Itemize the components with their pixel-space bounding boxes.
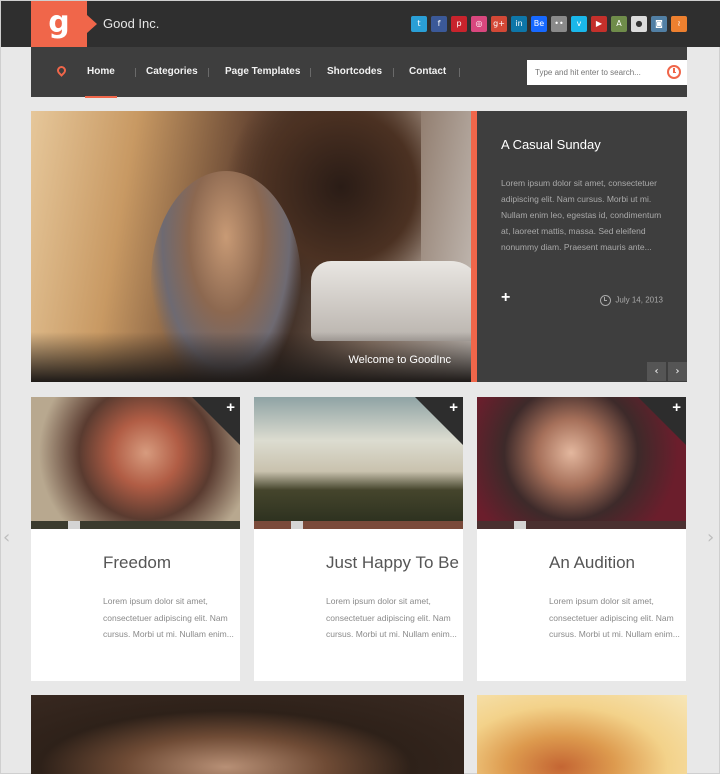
nav-separator — [208, 68, 209, 77]
card-excerpt: Lorem ipsum dolor sit amet, consectetuer… — [549, 596, 680, 639]
card-body: An Audition Lorem ipsum dolor sit amet, … — [477, 521, 686, 681]
slider-arrows: ‹ › — [647, 362, 687, 381]
card-excerpt: Lorem ipsum dolor sit amet, consectetuer… — [326, 596, 457, 639]
plus-icon[interactable]: + — [226, 399, 235, 416]
card-body: Freedom Lorem ipsum dolor sit amet, cons… — [31, 521, 240, 681]
search-input[interactable] — [535, 65, 659, 80]
card-image-audition[interactable]: + — [477, 397, 686, 521]
bottom-post-image[interactable] — [477, 695, 687, 774]
card-strip — [477, 521, 686, 529]
plus-icon[interactable]: + — [501, 289, 510, 307]
card-inner: Freedom Lorem ipsum dolor sit amet, cons… — [68, 529, 240, 681]
behance-icon[interactable]: Be — [531, 16, 547, 32]
google-plus-icon[interactable]: g+ — [491, 16, 507, 32]
logo[interactable]: g — [31, 1, 97, 47]
card-title[interactable]: Just Happy To Be — [326, 553, 459, 573]
card-body: Just Happy To Be Lorem ipsum dolor sit a… — [254, 521, 463, 681]
card-excerpt: Lorem ipsum dolor sit amet, consectetuer… — [103, 596, 234, 639]
card-strip — [31, 521, 240, 529]
pinterest-icon[interactable]: p — [451, 16, 467, 32]
dribbble-icon[interactable]: ◎ — [471, 16, 487, 32]
card-image-just-happy[interactable]: + — [254, 397, 463, 521]
apple-icon[interactable]: ● — [631, 16, 647, 32]
hero-date-text: July 14, 2013 — [615, 295, 663, 305]
card-inner: Just Happy To Be Lorem ipsum dolor sit a… — [291, 529, 463, 681]
hero-slide-image[interactable]: Welcome to GoodInc — [31, 111, 471, 382]
social-icons: t f p ◎ g+ in Be •• v ▶ A ● ◙ ≀ — [411, 16, 687, 32]
clock-icon — [600, 295, 612, 306]
card-audition: An Audition Lorem ipsum dolor sit amet, … — [477, 521, 686, 681]
hero-post-excerpt: Lorem ipsum dolor sit amet, consectetuer… — [501, 178, 662, 252]
hero-caption: Welcome to GoodInc — [348, 354, 451, 366]
instagram-icon[interactable]: ◙ — [651, 16, 667, 32]
android-icon[interactable]: A — [611, 16, 627, 32]
card-title[interactable]: Freedom — [103, 553, 171, 573]
top-bar: g Good Inc. t f p ◎ g+ in Be •• v ▶ A ● … — [1, 1, 720, 47]
hero-post-date: July 14, 2013 — [600, 295, 663, 306]
slider-prev-button[interactable]: ‹ — [647, 362, 666, 381]
brand-name[interactable]: Good Inc. — [103, 16, 159, 31]
card-image-freedom[interactable]: + — [31, 397, 240, 521]
facebook-icon[interactable]: f — [431, 16, 447, 32]
card-inner: An Audition Lorem ipsum dolor sit amet, … — [514, 529, 686, 681]
card-freedom: Freedom Lorem ipsum dolor sit amet, cons… — [31, 521, 240, 681]
nav-separator — [459, 68, 460, 77]
main-nav: Home Categories Page Templates Shortcode… — [31, 47, 687, 98]
nav-separator — [310, 68, 311, 77]
nav-item-contact[interactable]: Contact — [409, 66, 446, 77]
plus-icon[interactable]: + — [672, 399, 681, 416]
twitter-icon[interactable]: t — [411, 16, 427, 32]
location-pin-icon — [55, 64, 68, 77]
nav-separator — [135, 68, 136, 77]
card-title[interactable]: An Audition — [549, 553, 635, 573]
flickr-icon[interactable]: •• — [551, 16, 567, 32]
nav-item-home[interactable]: Home — [85, 66, 117, 98]
search-box — [527, 60, 687, 85]
nav-item-categories[interactable]: Categories — [146, 66, 198, 77]
nav-item-shortcodes[interactable]: Shortcodes — [327, 66, 382, 77]
search-clock-icon[interactable] — [667, 65, 681, 79]
vimeo-icon[interactable]: v — [571, 16, 587, 32]
rss-icon[interactable]: ≀ — [671, 16, 687, 32]
hero-car-shape — [311, 261, 471, 341]
card-just-happy: Just Happy To Be Lorem ipsum dolor sit a… — [254, 521, 463, 681]
hero-post-title[interactable]: A Casual Sunday — [501, 137, 601, 152]
bottom-post-image[interactable] — [31, 695, 464, 774]
nav-item-page-templates[interactable]: Page Templates — [225, 66, 300, 77]
nav-separator — [393, 68, 394, 77]
card-strip — [254, 521, 463, 529]
linkedin-icon[interactable]: in — [511, 16, 527, 32]
slider-next-button[interactable]: › — [668, 362, 687, 381]
hero-post-panel: A Casual Sunday Lorem ipsum dolor sit am… — [477, 111, 687, 382]
youtube-icon[interactable]: ▶ — [591, 16, 607, 32]
carousel-right-arrow[interactable]: › — [707, 527, 714, 548]
carousel-left-arrow[interactable]: ‹ — [3, 527, 10, 548]
plus-icon[interactable]: + — [449, 399, 458, 416]
